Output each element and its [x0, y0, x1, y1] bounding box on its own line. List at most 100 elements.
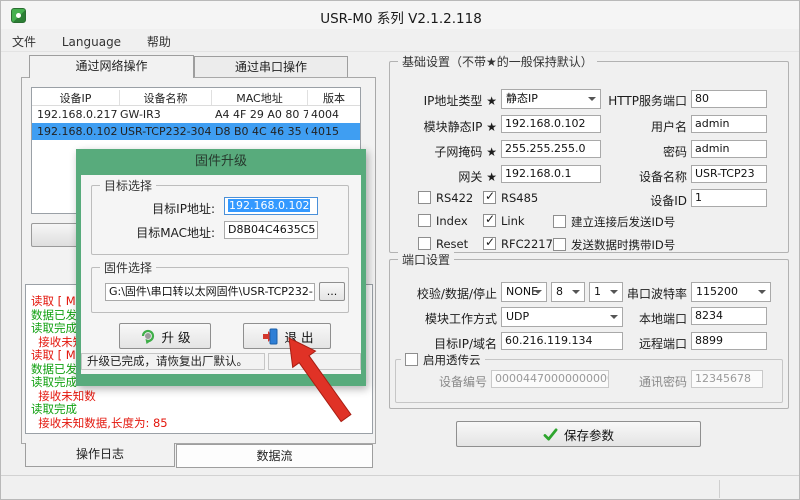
http-port-input[interactable]: 80: [691, 90, 767, 108]
checkbox-icon: [483, 237, 496, 250]
checkbox-label: RFC2217: [501, 237, 553, 251]
work-mode-label: 模块工作方式: [389, 310, 497, 327]
checkbox-reset[interactable]: Reset: [418, 237, 468, 251]
dialog-status-panel: [268, 353, 361, 370]
checkbox-icon: [418, 214, 431, 227]
log-line: 读取完成: [31, 403, 368, 417]
window-title: USR-M0 系列 V2.1.2.118: [1, 7, 800, 27]
menu-file[interactable]: 文件: [1, 29, 47, 52]
menu-help[interactable]: 帮助: [136, 29, 182, 52]
target-select-title: 目标选择: [100, 177, 156, 194]
checkbox-label: 发送数据时携带ID号: [571, 238, 675, 252]
checkbox-send-id-on-connect[interactable]: 建立连接后发送ID号: [553, 214, 675, 230]
tab-network-operation[interactable]: 通过网络操作: [29, 55, 194, 78]
exit-label: 退 出: [285, 327, 314, 346]
baud-rate-label: 串口波特率: [561, 285, 687, 302]
checkbox-send-id-with-data[interactable]: 发送数据时携带ID号: [553, 237, 675, 253]
parity-label: 校验/数据/停止: [389, 285, 497, 302]
password-input[interactable]: admin: [691, 140, 767, 158]
browse-button[interactable]: ...: [319, 282, 345, 301]
device-id-label: 设备ID: [561, 192, 687, 209]
remote-port-input[interactable]: 8899: [691, 332, 767, 350]
checkbox-label: 启用透传云: [423, 353, 481, 367]
selected-text: 192.168.0.102: [228, 199, 310, 212]
username-input[interactable]: admin: [691, 115, 767, 133]
dialog-title[interactable]: 固件升级: [76, 149, 366, 175]
target-mac-label: 目标MAC地址:: [91, 224, 215, 241]
local-port-label: 本地端口: [561, 310, 687, 327]
table-row[interactable]: 192.168.0.217 GW-IR3 A4 4F 29 A0 80 77 4…: [32, 106, 360, 123]
checkbox-rs485[interactable]: RS485: [483, 191, 538, 205]
log-line: 接收未知数据,长度为: 85: [31, 417, 368, 431]
port-settings-title: 端口设置: [398, 251, 454, 268]
comm-password-label: 通讯密码: [601, 373, 687, 390]
comm-password-input[interactable]: 12345678: [691, 370, 763, 388]
device-number-label: 设备编号: [401, 373, 487, 390]
checkbox-label: RS485: [501, 191, 538, 205]
tab-data-stream[interactable]: 数据流: [176, 444, 373, 468]
target-ip-label: 目标IP地址:: [91, 200, 215, 217]
cell-version: 4015: [311, 123, 360, 140]
tab-operation-log[interactable]: 操作日志: [25, 443, 175, 467]
cell-device-name: USR-TCP232-304: [120, 123, 212, 140]
checkbox-icon: [405, 353, 418, 366]
column-header-name[interactable]: 设备名称: [120, 90, 212, 105]
device-name-input[interactable]: USR-TCP23: [691, 165, 767, 183]
titlebar: USR-M0 系列 V2.1.2.118: [1, 1, 800, 29]
log-line: 接收未知数: [31, 390, 368, 404]
column-header-version[interactable]: 版本: [308, 90, 360, 105]
password-label: 密码: [561, 143, 687, 160]
netmask-label: 子网掩码 ★: [389, 143, 497, 160]
baud-rate-select[interactable]: 115200: [691, 282, 771, 302]
cell-device-ip: 192.168.0.102: [37, 123, 120, 140]
dialog-status-message: 升级已完成，请恢复出厂默认。: [81, 353, 265, 370]
table-row-selected[interactable]: 192.168.0.102 USR-TCP232-304 D8 B0 4C 46…: [32, 123, 360, 140]
device-name-label: 设备名称: [561, 168, 687, 185]
http-port-label: HTTP服务端口: [561, 92, 687, 109]
checkbox-label: RS422: [436, 191, 473, 205]
column-header-mac[interactable]: MAC地址: [212, 90, 308, 105]
local-port-input[interactable]: 8234: [691, 307, 767, 325]
target-ip-input[interactable]: 192.168.0.102: [224, 197, 318, 215]
gateway-label: 网关 ★: [389, 168, 497, 185]
window-statusbar: [1, 475, 800, 500]
device-list-header: 设备IP 设备名称 MAC地址 版本: [32, 88, 360, 106]
upgrade-refresh-icon: [140, 328, 156, 344]
device-number-input[interactable]: 00004470000000000001: [491, 370, 609, 388]
firmware-path-input[interactable]: G:\固件\串口转以太网固件\USR-TCP232-: [105, 283, 315, 301]
tab-serial-operation[interactable]: 通过串口操作: [194, 56, 348, 78]
firmware-select-title: 固件选择: [100, 259, 156, 276]
cell-mac-address: D8 B0 4C 46 35 C5: [215, 123, 308, 140]
main-window: USR-M0 系列 V2.1.2.118 文件 Language 帮助 通过网络…: [0, 0, 800, 500]
checkmark-icon: [543, 428, 558, 441]
statusbar-divider: [719, 480, 720, 498]
menu-language[interactable]: Language: [51, 31, 132, 54]
checkbox-enable-cloud[interactable]: 启用透传云: [401, 352, 485, 368]
target-mac-input[interactable]: D8B04C4635C5: [224, 221, 318, 239]
checkbox-rfc2217[interactable]: RFC2217: [483, 237, 553, 251]
basic-settings-title: 基础设置（不带★的一般保持默认）: [398, 53, 597, 70]
firmware-upgrade-dialog: 固件升级 目标选择 目标IP地址: 192.168.0.102 目标MAC地址:…: [76, 149, 366, 386]
target-ip-domain-label: 目标IP/域名: [389, 335, 497, 352]
checkbox-rs422[interactable]: RS422: [418, 191, 473, 205]
checkbox-link[interactable]: Link: [483, 214, 525, 228]
checkbox-index[interactable]: Index: [418, 214, 468, 228]
checkbox-icon: [553, 215, 566, 228]
device-id-input[interactable]: 1: [691, 189, 767, 207]
parity-select[interactable]: NONE: [501, 282, 547, 302]
cell-device-ip: 192.168.0.217: [37, 106, 120, 123]
cell-mac-address: A4 4F 29 A0 80 77: [215, 106, 308, 123]
exit-button[interactable]: 退 出: [243, 323, 331, 349]
save-params-label: 保存参数: [564, 425, 614, 444]
column-header-ip[interactable]: 设备IP: [32, 90, 120, 105]
checkbox-label: Index: [436, 214, 468, 228]
remote-port-label: 远程端口: [561, 335, 687, 352]
menubar: 文件 Language 帮助: [1, 29, 800, 52]
checkbox-icon: [418, 237, 431, 250]
checkbox-label: Reset: [436, 237, 468, 251]
dialog-body: 目标选择 目标IP地址: 192.168.0.102 目标MAC地址: D8B0…: [81, 175, 361, 374]
cell-version: 4004: [311, 106, 360, 123]
upgrade-button[interactable]: 升 级: [119, 323, 211, 349]
save-params-button[interactable]: 保存参数: [456, 421, 701, 447]
cell-device-name: GW-IR3: [120, 106, 212, 123]
